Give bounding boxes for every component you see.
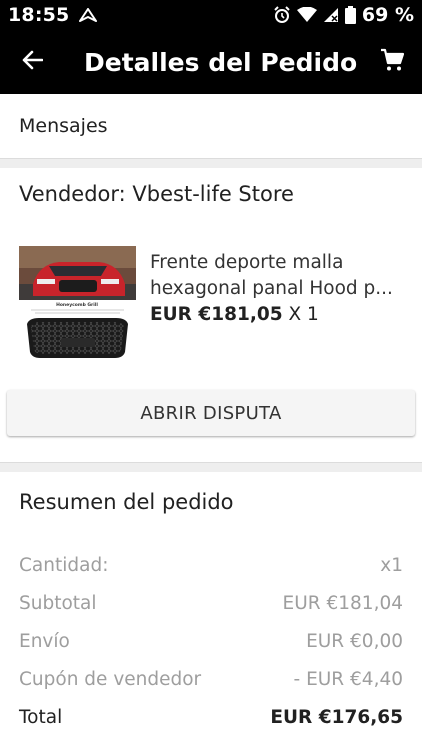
status-bar: 18:55 69 %	[0, 0, 422, 30]
product-title[interactable]: Frente deporte malla hexagonal panal Hoo…	[150, 250, 408, 302]
section-divider	[0, 462, 422, 472]
summary-row-subtotal: Subtotal EUR €181,04	[19, 588, 403, 618]
summary-label: Total	[19, 706, 63, 728]
product-image-caption: Honeycomb Grill	[56, 302, 98, 308]
app-toolbar: Detalles del Pedido	[0, 30, 422, 94]
back-button[interactable]	[0, 30, 64, 94]
alarm-icon	[273, 6, 291, 24]
summary-row-seller-coupon: Cupón de vendedor - EUR €4,40	[19, 664, 403, 694]
summary-label: Cantidad:	[19, 554, 109, 576]
shopping-cart-icon	[380, 48, 405, 76]
messages-label: Mensajes	[19, 115, 108, 137]
summary-row-total: Total EUR €176,65	[19, 702, 403, 732]
navigation-arrow-icon	[79, 8, 98, 22]
open-dispute-button[interactable]: ABRIR DISPUTA	[7, 390, 415, 436]
wifi-icon	[296, 7, 317, 23]
messages-row[interactable]: Mensajes	[0, 94, 422, 158]
battery-icon	[344, 6, 356, 24]
summary-label: Cupón de vendedor	[19, 668, 202, 690]
seller-card: Vendedor: Vbest-life Store Honeycomb Gri…	[0, 168, 422, 458]
page-title: Detalles del Pedido	[84, 47, 358, 77]
section-divider	[0, 158, 422, 168]
cart-button[interactable]	[362, 30, 422, 94]
summary-label: Subtotal	[19, 592, 97, 614]
summary-value: - EUR €4,40	[293, 668, 403, 690]
product-quantity: X 1	[288, 304, 319, 325]
summary-value: EUR €176,65	[270, 706, 403, 728]
order-summary-title: Resumen del pedido	[19, 490, 234, 514]
product-price-line: EUR €181,05 X 1	[150, 304, 319, 325]
summary-value: EUR €0,00	[306, 630, 403, 652]
summary-label: Envío	[19, 630, 70, 652]
summary-value: x1	[380, 554, 403, 576]
summary-row-quantity: Cantidad: x1	[19, 550, 403, 580]
summary-value: EUR €181,04	[282, 592, 403, 614]
cell-signal-icon	[323, 7, 339, 23]
product-price: EUR €181,05	[150, 304, 283, 325]
summary-row-shipping: Envío EUR €0,00	[19, 626, 403, 656]
status-time: 18:55	[8, 4, 70, 26]
open-dispute-label: ABRIR DISPUTA	[140, 402, 282, 424]
seller-name[interactable]: Vendedor: Vbest-life Store	[19, 182, 294, 206]
product-image[interactable]: Honeycomb Grill	[19, 246, 136, 362]
battery-percent: 69 %	[361, 4, 414, 26]
arrow-back-icon	[21, 49, 44, 75]
order-summary: Resumen del pedido Cantidad: x1 Subtotal…	[0, 472, 422, 750]
